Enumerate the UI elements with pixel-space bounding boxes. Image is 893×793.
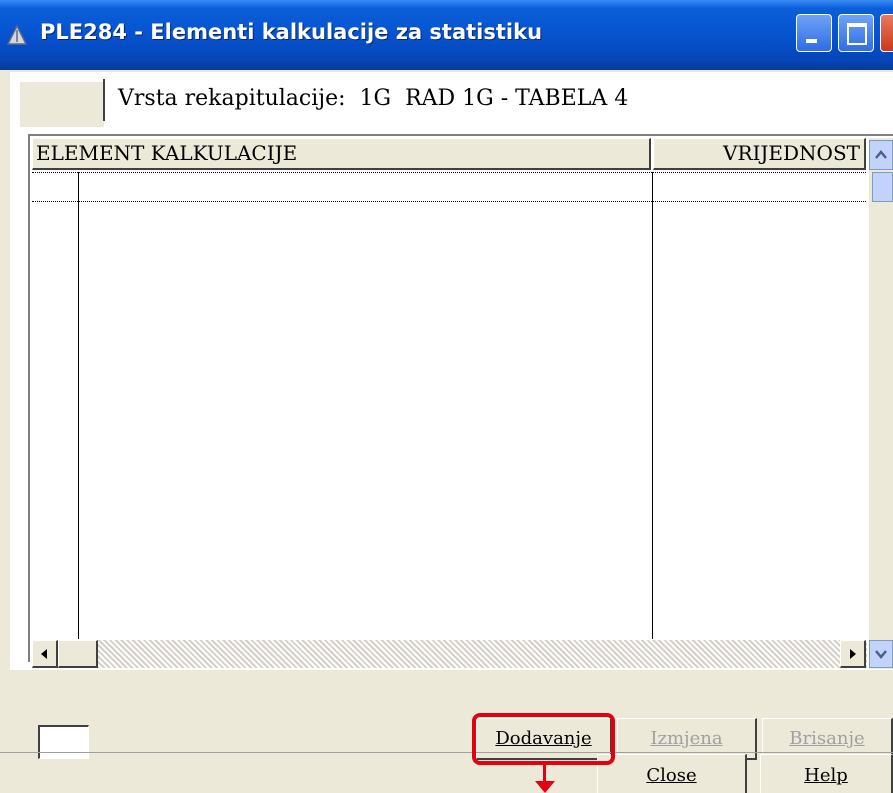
record-counter-field[interactable] xyxy=(38,725,89,759)
table-row-focus-bottom xyxy=(32,201,866,202)
application-window: PLE284 - Elementi kalkulacije za statist… xyxy=(0,0,893,793)
scroll-up-button[interactable] xyxy=(869,140,893,170)
window-title: PLE284 - Elementi kalkulacije za statist… xyxy=(40,20,543,44)
chevron-up-icon xyxy=(875,150,887,159)
vertical-scrollbar[interactable] xyxy=(869,138,893,669)
brisanje-label: Brisanje xyxy=(789,727,865,749)
triangle-right-icon xyxy=(850,649,856,659)
column-header-element[interactable]: ELEMENT KALKULACIJE xyxy=(32,138,651,170)
app-icon xyxy=(6,24,28,45)
column-divider-left xyxy=(78,172,79,639)
close-label: Close xyxy=(646,765,697,786)
recap-type-label: Vrsta rekapitulacije: xyxy=(118,86,346,111)
header-separator xyxy=(103,79,109,121)
annotation-arrow-down-icon xyxy=(535,781,555,793)
help-button[interactable]: Help xyxy=(760,754,893,793)
title-bar[interactable]: PLE284 - Elementi kalkulacije za statist… xyxy=(0,0,893,70)
horizontal-scrollbar[interactable] xyxy=(32,640,867,668)
minimize-button[interactable] xyxy=(796,14,832,52)
dodavanje-label: Dodavanje xyxy=(495,727,592,749)
close-button[interactable]: Close xyxy=(597,754,747,793)
column-header-vrijednost[interactable]: VRIJEDNOST xyxy=(653,138,866,170)
chevron-down-icon xyxy=(875,650,887,659)
panel-divider xyxy=(0,752,893,753)
dodavanje-button[interactable]: Dodavanje xyxy=(476,718,612,760)
maximize-button[interactable] xyxy=(838,14,874,52)
record-selector-cell xyxy=(20,82,104,127)
help-label: Help xyxy=(804,765,848,786)
close-window-button[interactable] xyxy=(880,14,893,52)
horizontal-scroll-thumb[interactable] xyxy=(58,640,98,668)
table-row-focus-top[interactable] xyxy=(32,172,866,173)
data-grid[interactable] xyxy=(28,134,893,662)
scroll-left-button[interactable] xyxy=(32,640,58,668)
scroll-right-button[interactable] xyxy=(840,640,866,668)
scroll-down-button[interactable] xyxy=(869,640,893,668)
triangle-left-icon xyxy=(41,649,47,659)
recap-type-line: Vrsta rekapitulacije: 1G RAD 1G - TABELA… xyxy=(118,86,628,111)
column-divider-right xyxy=(652,172,653,639)
recap-type-value: 1G RAD 1G - TABELA 4 xyxy=(359,86,629,111)
vertical-scroll-thumb[interactable] xyxy=(872,172,893,202)
izmjena-label: Izmjena xyxy=(650,727,723,749)
